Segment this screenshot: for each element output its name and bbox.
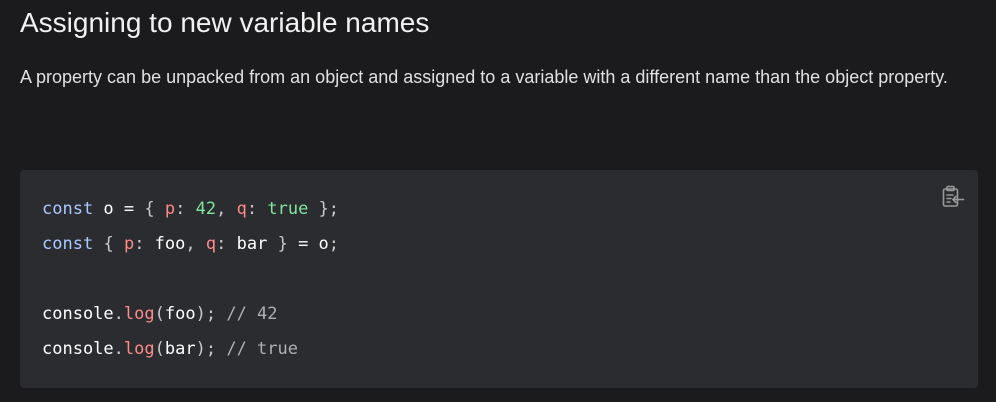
code-token: : xyxy=(216,234,227,254)
code-token: ); xyxy=(195,339,217,359)
code-token: true xyxy=(267,199,309,219)
code-token: ( xyxy=(154,339,165,359)
section-heading: Assigning to new variable names xyxy=(20,7,430,38)
code-token: } xyxy=(277,234,288,254)
code-token: q xyxy=(205,234,217,254)
code-token: p xyxy=(123,234,135,254)
code-token: ( xyxy=(154,304,165,324)
code-token: // 42 xyxy=(226,304,278,324)
code-token: bar xyxy=(226,234,278,254)
code-token: , xyxy=(216,199,227,219)
code-token: }; xyxy=(318,199,340,219)
code-token: 42 xyxy=(195,199,217,219)
code-line: const { p: foo, q: bar } = o; xyxy=(42,227,339,262)
code-line: const o = { p: 42, q: true }; xyxy=(42,192,339,227)
code-token: log xyxy=(123,339,155,359)
code-token: console xyxy=(42,304,114,324)
code-token: { xyxy=(103,234,114,254)
code-token: q xyxy=(236,199,247,219)
code-token: . xyxy=(113,304,124,324)
code-token: foo xyxy=(144,234,186,254)
copy-code-button[interactable] xyxy=(940,184,966,210)
code-token: { xyxy=(144,199,155,219)
code-token: const xyxy=(42,199,94,219)
code-token: ); xyxy=(195,304,217,324)
code-token: // true xyxy=(226,339,298,359)
code-example: const o = { p: 42, q: true }; const { p: … xyxy=(20,170,978,388)
code-token: : xyxy=(246,199,258,219)
code-token: p xyxy=(164,199,176,219)
code-token: . xyxy=(113,339,124,359)
code-token: : xyxy=(134,234,145,254)
code-token: o = xyxy=(93,199,145,219)
code-content: const o = { p: 42, q: true }; const { p: … xyxy=(42,192,339,367)
clipboard-copy-icon[interactable] xyxy=(940,184,966,210)
code-line: console.log(bar); // true xyxy=(42,332,339,367)
code-token: console xyxy=(42,339,114,359)
code-token: bar xyxy=(164,339,196,359)
code-token: const xyxy=(42,234,94,254)
code-token: log xyxy=(123,304,155,324)
code-token: ; xyxy=(328,234,340,254)
code-line: console.log(foo); // 42 xyxy=(42,297,339,332)
section-description: A property can be unpacked from an objec… xyxy=(20,67,948,87)
code-token: foo xyxy=(164,304,196,324)
code-token: : xyxy=(175,199,186,219)
code-token: = o xyxy=(287,234,329,254)
code-token: , xyxy=(185,234,196,254)
